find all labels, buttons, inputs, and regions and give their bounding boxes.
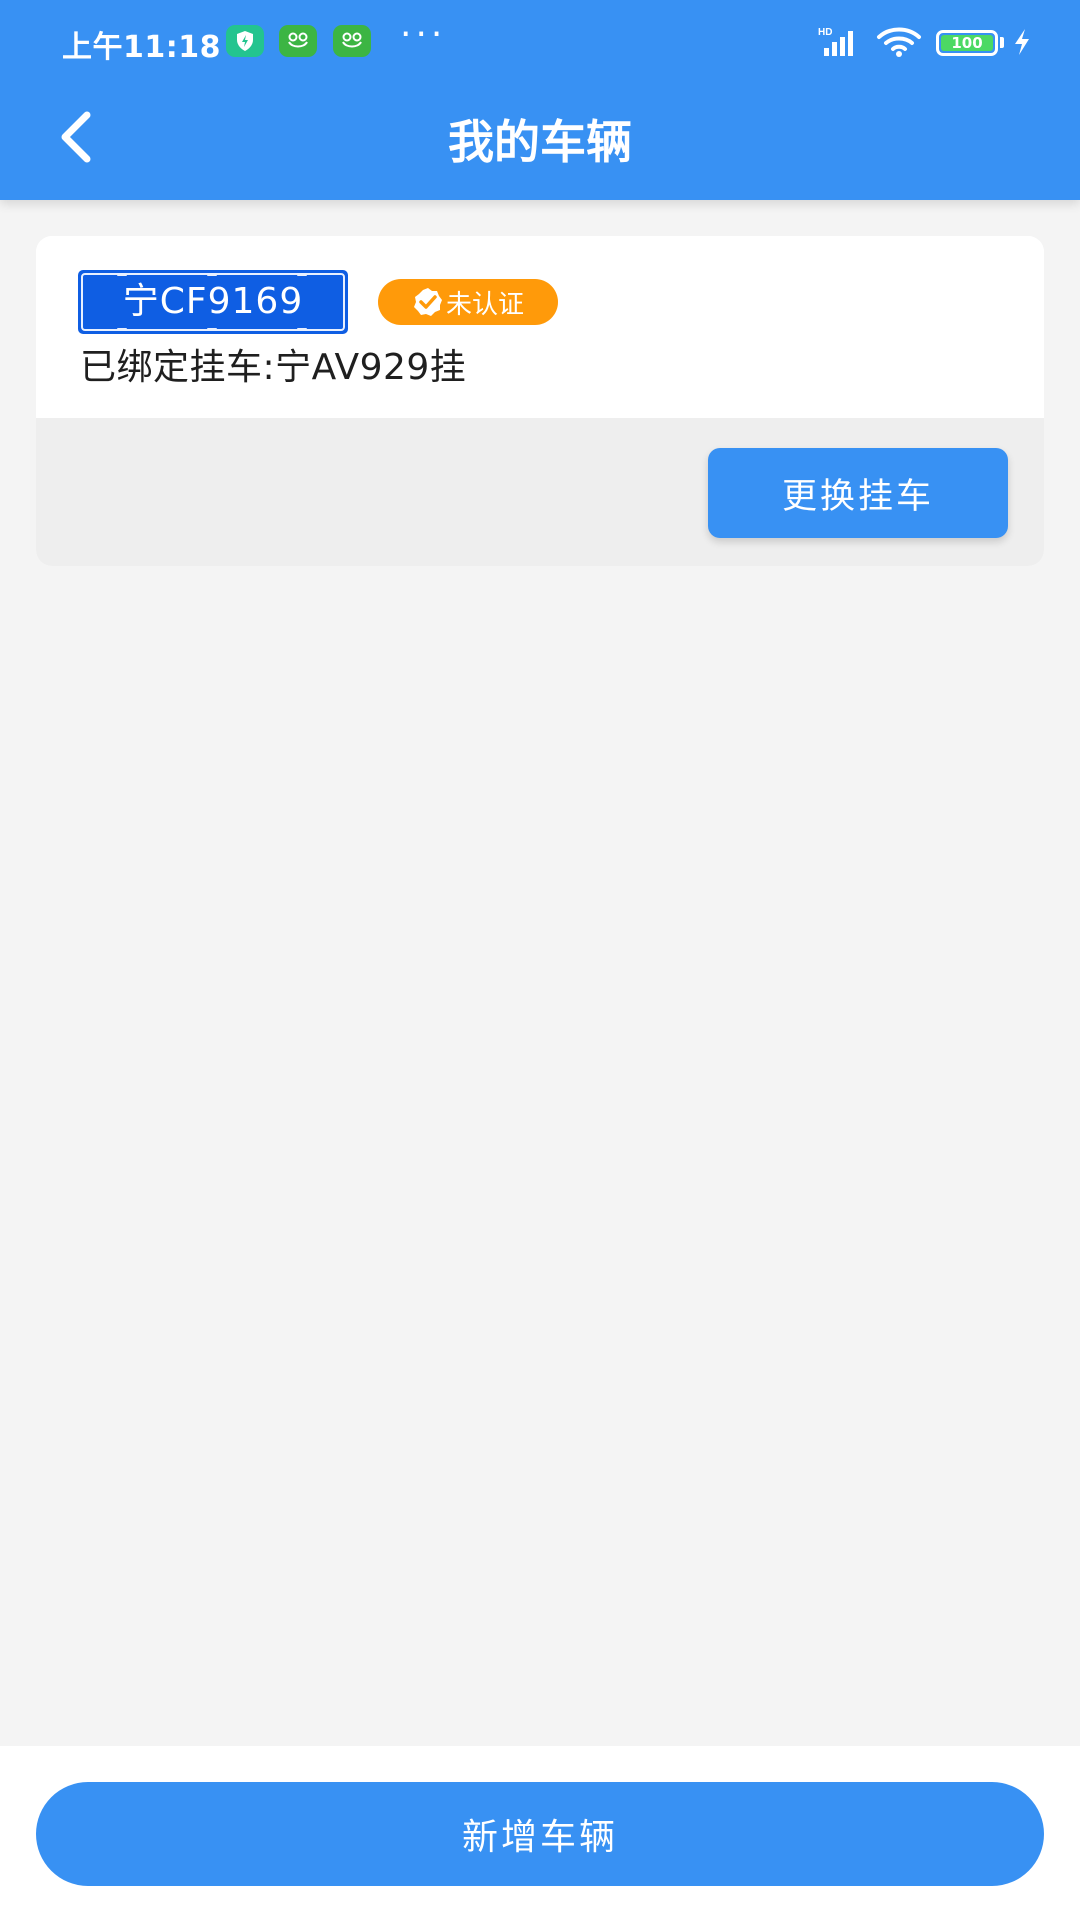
- plate-rivet: [117, 328, 127, 331]
- plate-rivet: [117, 273, 127, 276]
- header: 上午11:18 ··· HD 100 我的车辆: [0, 0, 1080, 200]
- add-vehicle-button[interactable]: 新增车辆: [36, 1782, 1044, 1886]
- plate-rivet: [297, 328, 307, 331]
- charging-bolt-icon: [1012, 28, 1032, 60]
- my-vehicles-screen: 上午11:18 ··· HD 100 我的车辆 宁CF9169 未认证 已绑定挂…: [0, 0, 1080, 1920]
- verification-status-badge: 未认证: [378, 279, 558, 325]
- status-time: 上午11:18: [62, 30, 221, 65]
- vehicle-card-actions: 更换挂车: [36, 418, 1044, 566]
- plate-rivet: [297, 273, 307, 276]
- battery-level: 100: [941, 35, 993, 51]
- license-plate: 宁CF9169: [78, 270, 348, 334]
- plate-rivet: [207, 328, 217, 331]
- vehicle-card-info: 宁CF9169 未认证 已绑定挂车:宁AV929挂: [36, 236, 1044, 418]
- nav-bar: 我的车辆: [0, 84, 1080, 200]
- bottom-bar: 新增车辆: [0, 1746, 1080, 1920]
- page-title: 我的车辆: [448, 115, 632, 169]
- battery-icon: 100: [936, 30, 998, 56]
- signal-icon: HD: [818, 26, 866, 62]
- change-trailer-button[interactable]: 更换挂车: [708, 448, 1008, 538]
- verification-status-text: 未认证: [445, 289, 524, 320]
- frog-icon: [279, 25, 317, 57]
- plate-rivet: [207, 273, 217, 276]
- bound-trailer-text: 已绑定挂车:宁AV929挂: [80, 347, 467, 388]
- svg-text:HD: HD: [818, 27, 832, 38]
- battery-cap: [1000, 37, 1004, 48]
- frog-icon: [333, 25, 371, 57]
- plate-number: 宁CF9169: [122, 281, 304, 322]
- wifi-icon: [876, 26, 922, 62]
- vehicle-card[interactable]: 宁CF9169 未认证 已绑定挂车:宁AV929挂 更换挂车: [36, 236, 1044, 566]
- verified-badge-icon: [413, 288, 442, 316]
- status-bar: 上午11:18 ··· HD 100: [0, 0, 1080, 84]
- shield-icon: [226, 25, 264, 57]
- more-notifications-icon: ···: [400, 14, 447, 55]
